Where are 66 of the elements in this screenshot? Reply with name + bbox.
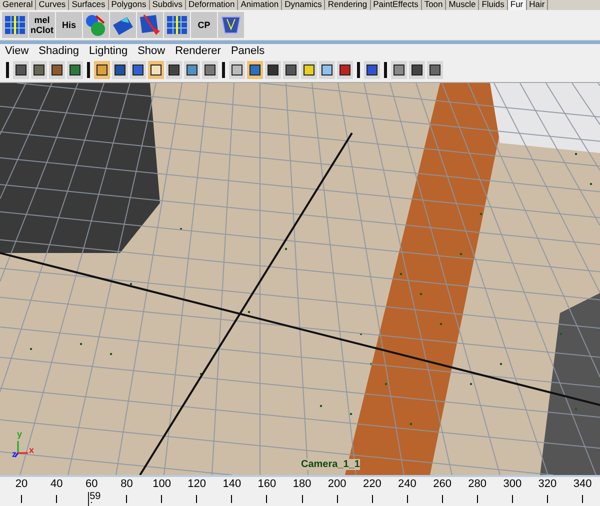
- toolbar-button[interactable]: [427, 61, 443, 79]
- spheres-icon[interactable]: [83, 12, 109, 38]
- axis-label: y: [17, 430, 22, 439]
- toolbar-button[interactable]: [148, 61, 164, 79]
- toolbar-button[interactable]: [31, 61, 47, 79]
- toolbar-button[interactable]: [283, 61, 299, 79]
- tick-label: 80: [120, 477, 133, 491]
- menu-item[interactable]: Panels: [230, 45, 265, 57]
- toolbar-button[interactable]: [265, 61, 281, 79]
- current-frame-label: 59: [90, 491, 101, 502]
- tick-label: 140: [222, 477, 242, 491]
- separator-handle-icon: [87, 62, 90, 78]
- toolbar-button[interactable]: [202, 61, 218, 79]
- camera-label: Camera_1_1: [301, 459, 360, 470]
- tick-label: 200: [328, 477, 346, 491]
- tick-label: 260: [433, 477, 452, 491]
- toolbar-button[interactable]: [247, 61, 263, 79]
- tick-label: 20: [15, 477, 28, 491]
- toolbar-button[interactable]: [13, 61, 29, 79]
- tick-label: 40: [50, 477, 63, 491]
- tick-label: 240: [398, 477, 416, 491]
- menu-item[interactable]: Renderer: [175, 45, 221, 57]
- tick-label: 300: [503, 477, 522, 491]
- toolbar-button[interactable]: [67, 61, 83, 79]
- tick-label: 160: [258, 477, 276, 491]
- cursor-icon[interactable]: [137, 12, 163, 38]
- shelf-button[interactable]: CP: [191, 12, 217, 38]
- plane-icon[interactable]: [110, 12, 136, 38]
- separator-handle-icon: [357, 62, 360, 78]
- tick-label: 340: [573, 477, 592, 491]
- axis-label: x: [29, 446, 34, 455]
- tick-label: 220: [362, 477, 382, 491]
- toolbar-button[interactable]: [319, 61, 335, 79]
- toolbar-button[interactable]: [184, 61, 200, 79]
- toolbar-button[interactable]: [112, 61, 128, 79]
- grid-icon[interactable]: [2, 12, 28, 38]
- toolbar-button[interactable]: [94, 61, 110, 79]
- separator-handle-icon: [6, 62, 9, 78]
- grid-icon[interactable]: [164, 12, 190, 38]
- tick-label: 100: [152, 477, 171, 491]
- menu-item[interactable]: Show: [138, 45, 166, 57]
- separator-handle-icon: [384, 62, 387, 78]
- current-frame-marker[interactable]: [88, 492, 89, 506]
- menu-item[interactable]: View: [5, 45, 29, 57]
- separator-handle-icon: [222, 62, 225, 78]
- toolbar-button[interactable]: [130, 61, 146, 79]
- tick-label: 180: [292, 477, 312, 491]
- toolbar-button[interactable]: [229, 61, 245, 79]
- toolbar-button[interactable]: [337, 61, 353, 79]
- shelf-button[interactable]: His: [56, 12, 82, 38]
- menu-item[interactable]: Shading: [38, 45, 80, 57]
- toolbar-button[interactable]: [301, 61, 317, 79]
- toolbar-button[interactable]: [49, 61, 65, 79]
- menu-item[interactable]: Lighting: [89, 45, 128, 57]
- tick-label: 320: [538, 477, 557, 491]
- tick-label: 280: [468, 477, 487, 491]
- toolbar-button[interactable]: [166, 61, 182, 79]
- toolbar-button[interactable]: [409, 61, 425, 79]
- mesh-icon[interactable]: [218, 12, 244, 38]
- shelf-tab[interactable]: Fur: [508, 0, 527, 10]
- time-slider[interactable]: 20 40 60 80 100 120 140 160 180 200 220 240 260 280 300 320 340 59: [0, 475, 600, 506]
- tick-label: 120: [188, 477, 206, 491]
- toolbar-button[interactable]: [364, 61, 380, 79]
- shelf-button[interactable]: mel nClot: [29, 12, 55, 38]
- tick-label: 60: [86, 477, 98, 491]
- toolbar-button[interactable]: [391, 61, 407, 79]
